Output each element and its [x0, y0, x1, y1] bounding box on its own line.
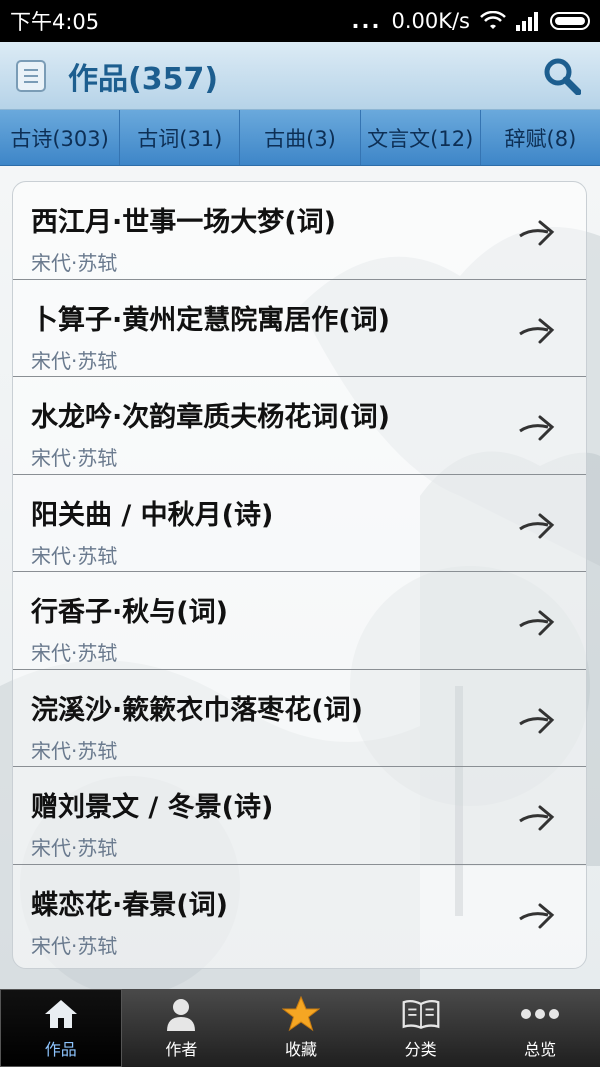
- work-title: 阳关曲 / 中秋月(诗): [31, 499, 274, 531]
- tab-guqu[interactable]: 古曲(3): [240, 110, 361, 165]
- bottom-nav: 作品 作者 收藏 分类 总览: [0, 989, 600, 1067]
- page-title: 作品(357): [68, 61, 219, 97]
- nav-label: 作者: [165, 1040, 198, 1059]
- tab-cifu[interactable]: 辞赋(8): [481, 110, 600, 165]
- status-bar: 下午4:05 ... 0.00K/s: [0, 0, 600, 42]
- category-tabs: 古诗(303) 古词(31) 古曲(3) 文言文(12) 辞赋(8): [0, 110, 600, 166]
- arrow-right-icon: [519, 903, 555, 928]
- more-icon: [520, 996, 560, 1032]
- work-author: 宋代·苏轼: [31, 836, 118, 860]
- work-author: 宋代·苏轼: [31, 251, 118, 275]
- nav-label: 收藏: [284, 1040, 317, 1059]
- signal-icon: [516, 12, 538, 31]
- battery-icon: [550, 12, 590, 30]
- tab-wenyanwen[interactable]: 文言文(12): [361, 110, 481, 165]
- work-title: 浣溪沙·簌簌衣巾落枣花(词): [31, 694, 363, 726]
- nav-label: 作品: [44, 1040, 77, 1059]
- arrow-right-icon: [519, 220, 555, 246]
- tab-guci[interactable]: 古词(31): [120, 110, 241, 165]
- menu-icon[interactable]: [16, 59, 46, 92]
- search-icon: [544, 58, 581, 95]
- network-speed: 0.00K/s: [391, 9, 470, 33]
- list-item[interactable]: 西江月·世事一场大梦(词) 宋代·苏轼: [13, 182, 586, 280]
- work-title: 水龙吟·次韵章质夫杨花词(词): [31, 402, 390, 433]
- nav-authors[interactable]: 作者: [122, 989, 242, 1067]
- work-title: 赠刘景文 / 冬景(诗): [31, 792, 274, 823]
- star-icon: [281, 996, 321, 1032]
- work-title: 行香子·秋与(词): [31, 597, 228, 628]
- work-title: 卜算子·黄州定慧院寓居作(词): [31, 304, 390, 336]
- list-item[interactable]: 赠刘景文 / 冬景(诗) 宋代·苏轼: [13, 767, 586, 865]
- wifi-icon: [480, 11, 506, 29]
- arrow-right-icon: [519, 513, 555, 538]
- title-bar: 作品(357): [0, 42, 600, 110]
- list-item[interactable]: 阳关曲 / 中秋月(诗) 宋代·苏轼: [13, 475, 586, 572]
- work-title: 西江月·世事一场大梦(词): [31, 207, 336, 238]
- list-item[interactable]: 浣溪沙·簌簌衣巾落枣花(词) 宋代·苏轼: [13, 670, 586, 767]
- work-title: 蝶恋花·春景(词): [31, 889, 228, 921]
- tab-gushi[interactable]: 古诗(303): [0, 110, 121, 165]
- arrow-right-icon: [519, 318, 555, 343]
- nav-overview[interactable]: 总览: [480, 989, 600, 1067]
- list-item[interactable]: 水龙吟·次韵章质夫杨花词(词) 宋代·苏轼: [13, 377, 586, 475]
- book-icon: [401, 996, 441, 1032]
- work-author: 宋代·苏轼: [31, 738, 118, 763]
- list-item[interactable]: 行香子·秋与(词) 宋代·苏轼: [13, 572, 586, 670]
- search-button[interactable]: [540, 54, 584, 98]
- nav-favorites[interactable]: 收藏: [241, 989, 361, 1067]
- nav-works[interactable]: 作品: [0, 989, 122, 1067]
- work-author: 宋代·苏轼: [31, 543, 118, 568]
- arrow-right-icon: [519, 415, 555, 441]
- nav-label: 总览: [524, 1040, 557, 1059]
- list-item[interactable]: 卜算子·黄州定慧院寓居作(词) 宋代·苏轼: [13, 280, 586, 377]
- person-icon: [161, 996, 201, 1032]
- work-author: 宋代·苏轼: [31, 933, 118, 958]
- status-dots: ...: [351, 9, 382, 33]
- status-time: 下午4:05: [10, 10, 100, 34]
- arrow-right-icon: [519, 708, 555, 733]
- home-icon: [41, 996, 81, 1032]
- list-item[interactable]: 蝶恋花·春景(词) 宋代·苏轼: [13, 865, 586, 963]
- nav-categories[interactable]: 分类: [361, 989, 481, 1067]
- works-list: 西江月·世事一场大梦(词) 宋代·苏轼 卜算子·黄州定慧院寓居作(词) 宋代·苏…: [12, 181, 587, 969]
- work-author: 宋代·苏轼: [31, 641, 118, 665]
- work-author: 宋代·苏轼: [31, 446, 118, 470]
- work-author: 宋代·苏轼: [31, 348, 118, 373]
- arrow-right-icon: [519, 805, 555, 831]
- nav-label: 分类: [404, 1040, 437, 1059]
- arrow-right-icon: [519, 610, 555, 636]
